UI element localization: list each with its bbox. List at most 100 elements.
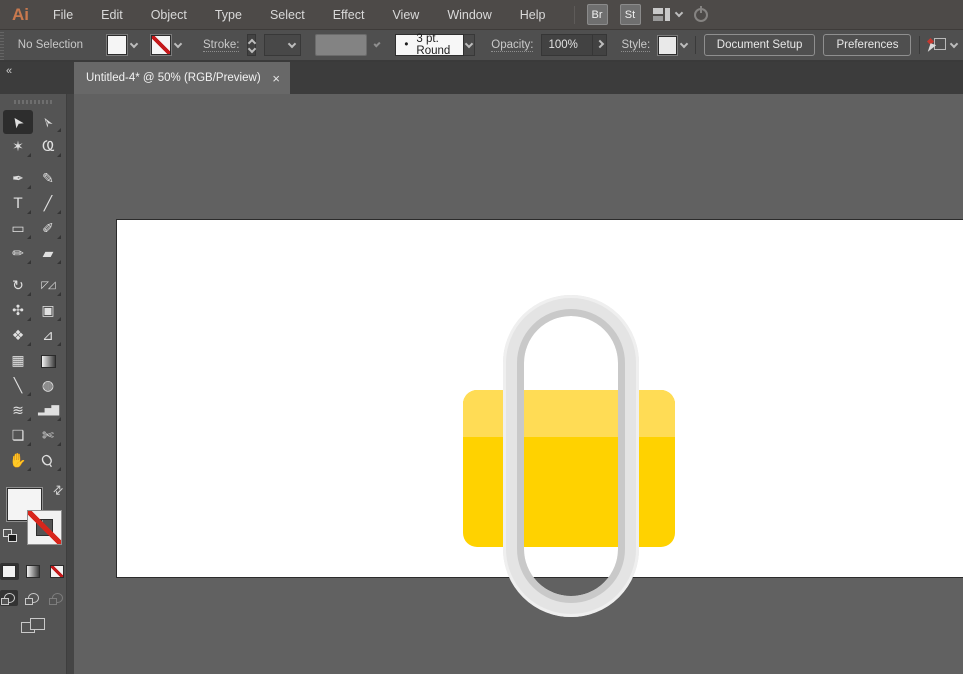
tool-curvature[interactable]: ✎ [33,167,63,191]
style-label[interactable]: Style: [621,39,651,52]
default-fill-stroke-icon[interactable] [3,529,17,542]
tool-line-segment[interactable]: ╱ [33,192,63,216]
document-tab-title: Untitled-4* @ 50% (RGB/Preview) [86,72,261,84]
chevron-down-icon[interactable] [173,39,183,48]
brush-combo-chevron[interactable] [463,34,476,56]
tool-selection[interactable]: ➤ [3,110,33,134]
chevron-down-icon [949,39,959,48]
zoom-icon: Ϙ [38,451,58,471]
tool-shape-builder[interactable]: ❖ [3,324,33,348]
select-similar-button[interactable] [926,37,959,54]
brush-definition-combo[interactable]: • 3 pt. Round [395,33,464,57]
menu-type[interactable]: Type [201,8,256,22]
tools-panel-grip[interactable] [14,100,52,104]
direct-selection-icon: ➢ [38,112,58,132]
chevron-down-icon[interactable] [129,39,139,48]
tool-gradient[interactable] [33,349,63,373]
tool-direct-selection[interactable]: ➢ [33,110,63,134]
tool-width[interactable]: ✣ [3,299,33,323]
tool-slice[interactable]: ✄ [33,424,63,448]
tool-lasso[interactable]: Ҩ [33,135,63,159]
tool-zoom[interactable]: Ϙ [33,449,63,473]
draw-behind-button[interactable] [24,590,42,606]
hand-icon: ✋ [9,453,27,469]
tool-rectangle[interactable]: ▭ [3,217,33,241]
tool-free-transform[interactable]: ▣ [33,299,63,323]
tool-magic-wand[interactable]: ✶ [3,135,33,159]
close-icon[interactable]: × [270,72,282,85]
stroke-indicator[interactable] [28,511,61,544]
fill-color-swatch[interactable] [106,34,129,56]
tool-scale[interactable]: ◸◿ [33,274,63,298]
shape-builder-icon: ❖ [11,328,25,344]
chevron-down-icon[interactable] [679,39,689,48]
selection-status: No Selection [17,39,84,51]
tool-rotate[interactable]: ↻ [3,274,33,298]
stepper-down-icon[interactable] [247,44,257,54]
opacity-flyout-button[interactable] [593,34,608,56]
document-tab[interactable]: Untitled-4* @ 50% (RGB/Preview) × [74,62,290,94]
menu-effect[interactable]: Effect [319,8,379,22]
document-setup-button[interactable]: Document Setup [703,34,816,56]
menu-edit[interactable]: Edit [87,8,137,22]
menu-select[interactable]: Select [256,8,319,22]
screen-mode-button[interactable] [21,618,45,636]
color-button[interactable] [0,563,19,580]
canvas-area[interactable] [74,94,963,674]
tool-shaper[interactable]: ✏ [3,242,33,266]
symbol-sprayer-icon: ≋ [12,403,24,419]
menu-view[interactable]: View [378,8,433,22]
arrange-documents-button[interactable] [652,8,683,21]
lasso-icon: Ҩ [41,139,55,155]
type-icon: T [13,196,23,212]
eyedropper-icon: ╲ [13,378,23,394]
none-button[interactable] [48,563,67,580]
menu-object[interactable]: Object [137,8,201,22]
opacity-value: 100% [548,39,578,51]
lock-top-band-shape[interactable] [463,390,675,437]
chevron-down-icon [674,8,683,18]
stroke-width-combo[interactable] [264,34,302,56]
collapse-panel-icon[interactable]: « [6,65,12,77]
stroke-label[interactable]: Stroke: [203,39,240,52]
panel-grip[interactable] [0,30,4,60]
blend-icon: ◍ [41,378,55,394]
divider [919,36,921,54]
tool-eyedropper[interactable]: ╲ [3,374,33,398]
tool-grid: ➤ ➢ ✶ Ҩ ✒ ✎ T ╱ ▭ ✐ ✏ ▰ ↻ ◸◿ ✣ ▣ ❖ ⊿ ▦ ╲ ◍ ≋ ▂▅▇ ❏ ✄ ✋ Ϙ [3,110,63,473]
opacity-field[interactable]: 100% [541,34,594,56]
tool-symbol-sprayer[interactable]: ≋ [3,399,33,423]
bridge-button[interactable]: Br [586,4,608,25]
preferences-button[interactable]: Preferences [823,34,912,56]
tool-column-graph[interactable]: ▂▅▇ [33,399,63,423]
tool-mesh[interactable]: ▦ [3,349,33,373]
shaper-icon: ✏ [12,246,24,262]
swap-fill-stroke-icon[interactable]: ⇄ [49,481,66,498]
tool-paintbrush[interactable]: ✐ [33,217,63,241]
tool-blend[interactable]: ◍ [33,374,63,398]
stroke-width-stepper[interactable] [247,34,257,56]
tool-pen[interactable]: ✒ [3,167,33,191]
style-swatch[interactable] [657,34,679,56]
fill-stroke-indicator: ⇄ [1,481,66,555]
tool-eraser[interactable]: ▰ [33,242,63,266]
artwork-lock-illustration[interactable] [74,94,963,674]
select-similar-icon [926,37,947,54]
tool-artboard[interactable]: ❏ [3,424,33,448]
draw-normal-button[interactable] [0,590,18,606]
menu-window[interactable]: Window [433,8,505,22]
stock-button[interactable]: St [619,4,641,25]
menu-help[interactable]: Help [506,8,560,22]
tools-column: ➤ ➢ ✶ Ҩ ✒ ✎ T ╱ ▭ ✐ ✏ ▰ ↻ ◸◿ ✣ ▣ ❖ ⊿ ▦ ╲ ◍ ≋ ▂▅▇ ❏ ✄ ✋ Ϙ ⇄ [0,94,74,674]
stroke-color-swatch[interactable] [150,34,173,56]
opacity-label[interactable]: Opacity: [491,39,534,52]
mesh-icon: ▦ [11,353,25,369]
tool-perspective-grid[interactable]: ⊿ [33,324,63,348]
slice-icon: ✄ [42,428,54,444]
gradient-button[interactable] [24,563,43,580]
tool-hand[interactable]: ✋ [3,449,33,473]
chevron-down-icon [288,39,297,48]
power-icon[interactable] [693,5,708,22]
menu-file[interactable]: File [39,8,87,22]
tool-type[interactable]: T [3,192,33,216]
